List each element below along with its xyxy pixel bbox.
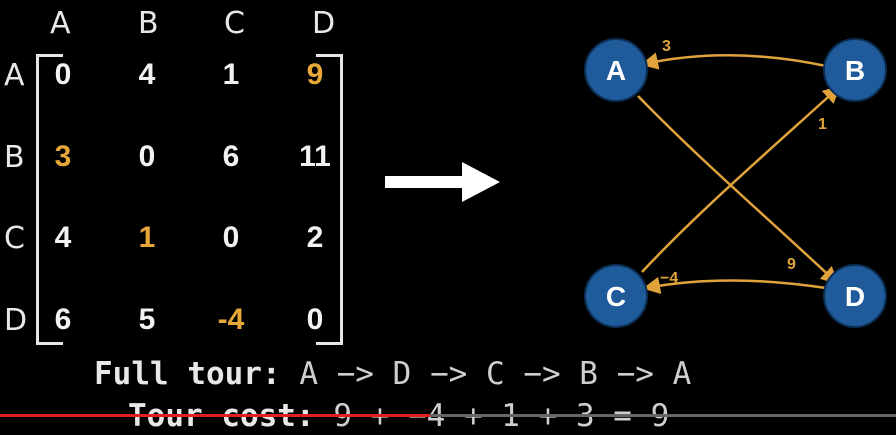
node-b: B bbox=[823, 38, 887, 102]
edge-weight-c-b: 1 bbox=[818, 116, 827, 133]
full-tour-value: A −> D −> C −> B −> A bbox=[299, 356, 692, 392]
node-d: D bbox=[823, 264, 887, 328]
edge-weight-d-c: −4 bbox=[660, 270, 678, 287]
node-a: A bbox=[584, 38, 648, 102]
edge-weight-b-a: 3 bbox=[662, 38, 671, 55]
node-label: A bbox=[606, 55, 626, 86]
full-tour-label: Full tour: bbox=[94, 356, 281, 392]
video-progress-track[interactable] bbox=[430, 414, 896, 417]
video-progress-bar[interactable] bbox=[0, 414, 430, 417]
edge-a-to-d bbox=[637, 95, 839, 285]
node-c: C bbox=[584, 264, 648, 328]
node-label: B bbox=[845, 55, 865, 86]
right-arrow-icon bbox=[385, 162, 500, 202]
node-label: C bbox=[606, 281, 626, 312]
edge-b-to-a bbox=[640, 52, 827, 70]
edge-c-to-b bbox=[641, 85, 841, 273]
edge-weight-a-d: 9 bbox=[787, 256, 796, 273]
node-label: D bbox=[845, 281, 865, 312]
full-tour-line: Full tour: A −> D −> C −> B −> A bbox=[94, 356, 691, 392]
